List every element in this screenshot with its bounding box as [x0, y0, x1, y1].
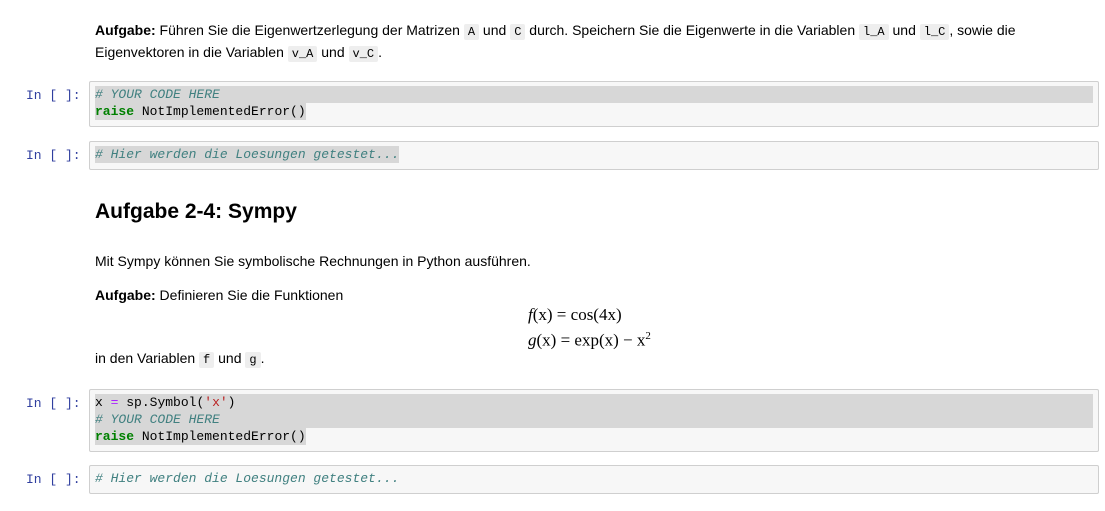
math-text: (x) = exp(x) − x — [536, 330, 646, 350]
comment-token: # Hier werden die Loesungen getestet... — [95, 471, 400, 486]
comment-token: # Hier werden die Loesungen getestet... — [95, 147, 400, 162]
section-heading: Aufgabe 2-4: Sympy — [95, 200, 297, 223]
cell-prompt: In [ ]: — [26, 148, 81, 163]
code-line: raise NotImplementedError() — [95, 103, 1093, 120]
text: und — [317, 44, 349, 60]
code-line: # YOUR CODE HERE — [95, 411, 1093, 428]
code-l-A: l_A — [859, 24, 889, 40]
text: Führen Sie die Eigenwertzerlegung der Ma… — [155, 22, 464, 38]
code-cell-4[interactable]: # Hier werden die Loesungen getestet... — [89, 465, 1099, 494]
formula-f: f(x) = cos(4x) — [528, 305, 622, 325]
math-superscript: 2 — [645, 330, 651, 342]
task-paragraph-functions: Aufgabe: Definieren Sie die Funktionen — [95, 285, 343, 305]
code-cell-1[interactable]: # YOUR CODE HERE raise NotImplementedErr… — [89, 81, 1099, 127]
code-v-C: v_C — [348, 46, 379, 62]
code-token: x — [95, 395, 103, 410]
task-paragraph-eigen: Aufgabe: Führen Sie die Eigenwertzerlegu… — [95, 20, 1016, 64]
intro-paragraph: Mit Sympy können Sie symbolische Rechnun… — [95, 253, 531, 269]
text: in den Variablen — [95, 350, 200, 366]
text: . — [378, 44, 383, 60]
math-symbol: g — [528, 330, 537, 350]
cell-prompt: In [ ]: — [26, 472, 81, 487]
formula-g: g(x) = exp(x) − x2 — [528, 330, 651, 351]
code-line: # YOUR CODE HERE — [95, 86, 1093, 103]
cell-prompt: In [ ]: — [26, 396, 81, 411]
code-line: raise NotImplementedError() — [95, 428, 1093, 445]
comment-token: # YOUR CODE HERE — [95, 87, 220, 102]
code-token: NotImplementedError() — [134, 104, 306, 119]
text: und — [479, 22, 511, 38]
code-v-A: v_A — [287, 46, 318, 62]
code-token: ) — [227, 395, 236, 410]
keyword-token: raise — [95, 104, 135, 119]
code-cell-2[interactable]: # Hier werden die Loesungen getestet... — [89, 141, 1099, 170]
variables-paragraph: in den Variablen f und g. — [95, 348, 264, 370]
code-l-C: l_C — [919, 24, 950, 40]
operator-token: = — [110, 395, 119, 410]
code-line: x = sp.Symbol('x') — [95, 394, 1093, 411]
code-token: sp.Symbol( — [126, 395, 205, 410]
text: , sowie die — [949, 22, 1016, 38]
text: Eigenvektoren in die Variablen — [95, 44, 288, 60]
string-token: 'x' — [204, 395, 228, 410]
cell-prompt: In [ ]: — [26, 88, 81, 103]
text: durch. Speichern Sie die Eigenwerte in d… — [525, 22, 859, 38]
text: . — [260, 350, 265, 366]
math-text: (x) = cos(4x) — [532, 305, 622, 324]
code-cell-3[interactable]: x = sp.Symbol('x') # YOUR CODE HERE rais… — [89, 389, 1099, 452]
text: und — [888, 22, 920, 38]
code-token: NotImplementedError() — [134, 429, 306, 444]
code-g: g — [245, 352, 261, 368]
keyword-token: raise — [95, 429, 135, 444]
code-f: f — [199, 352, 215, 368]
task-label: Aufgabe: — [95, 287, 156, 303]
code-line: # Hier werden die Loesungen getestet... — [95, 146, 1093, 163]
task-label: Aufgabe: — [95, 22, 156, 38]
text: Definieren Sie die Funktionen — [155, 287, 344, 303]
code-C: C — [510, 24, 526, 40]
comment-token: # YOUR CODE HERE — [95, 412, 220, 427]
code-line: # Hier werden die Loesungen getestet... — [95, 470, 1093, 487]
text: und — [214, 350, 246, 366]
code-A: A — [463, 24, 480, 40]
